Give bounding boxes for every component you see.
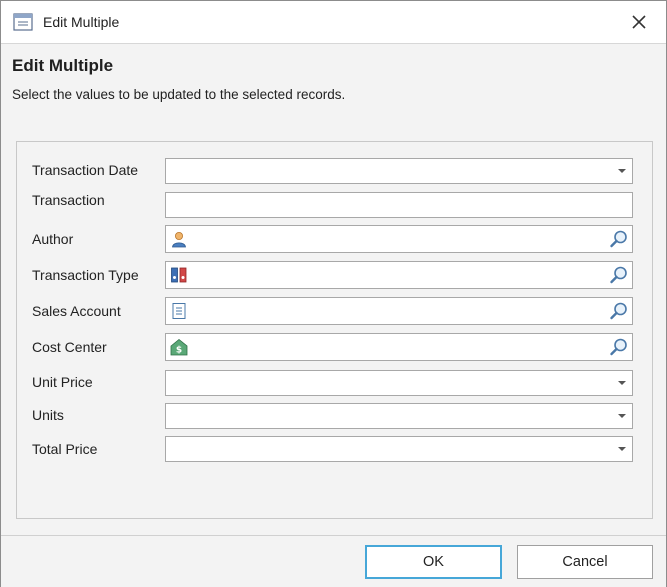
cancel-button[interactable]: Cancel [517, 545, 653, 579]
svg-text:$: $ [176, 346, 182, 356]
chevron-down-icon[interactable] [618, 447, 626, 451]
search-icon[interactable] [609, 265, 629, 285]
search-icon[interactable] [609, 301, 629, 321]
close-icon[interactable] [628, 11, 650, 33]
search-icon[interactable] [609, 337, 629, 357]
transaction-type-lookup[interactable] [165, 261, 633, 289]
dialog-header: Edit Multiple Select the values to be up… [1, 43, 666, 128]
form-area: Transaction Date Transaction Author Tran… [1, 127, 666, 535]
sales-account-lookup[interactable] [165, 297, 633, 325]
transaction-type-label: Transaction Type [32, 267, 139, 283]
transaction-label: Transaction [32, 192, 105, 208]
binders-icon [171, 267, 187, 283]
window-icon [13, 13, 33, 31]
person-icon [172, 232, 186, 248]
author-lookup[interactable] [165, 225, 633, 253]
chevron-down-icon[interactable] [618, 381, 626, 385]
header-title: Edit Multiple [12, 56, 114, 75]
total-price-label: Total Price [32, 441, 98, 457]
units-label: Units [32, 407, 64, 423]
transaction-date-dropdown[interactable] [165, 158, 633, 184]
chevron-down-icon[interactable] [618, 169, 626, 173]
chevron-down-icon[interactable] [618, 414, 626, 418]
total-price-dropdown[interactable] [165, 436, 633, 462]
transaction-input[interactable] [165, 192, 633, 218]
window-title: Edit Multiple [43, 14, 120, 30]
dialog-footer: OK Cancel [1, 535, 666, 587]
cost-center-lookup[interactable]: $ [165, 333, 633, 361]
dollar-house-icon: $ [170, 338, 188, 356]
ok-button[interactable]: OK [365, 545, 502, 579]
cost-center-label: Cost Center [32, 339, 107, 355]
unit-price-dropdown[interactable] [165, 370, 633, 396]
edit-multiple-dialog: Edit Multiple Edit Multiple Select the v… [0, 0, 667, 587]
transaction-date-label: Transaction Date [32, 162, 139, 178]
sales-account-label: Sales Account [32, 303, 121, 319]
title-bar: Edit Multiple [1, 1, 666, 43]
units-dropdown[interactable] [165, 403, 633, 429]
fields-group: Transaction Date Transaction Author Tran… [16, 141, 653, 519]
author-label: Author [32, 231, 74, 247]
unit-price-label: Unit Price [32, 374, 93, 390]
document-icon [172, 303, 186, 319]
header-subtitle: Select the values to be updated to the s… [12, 87, 346, 102]
search-icon[interactable] [609, 229, 629, 249]
